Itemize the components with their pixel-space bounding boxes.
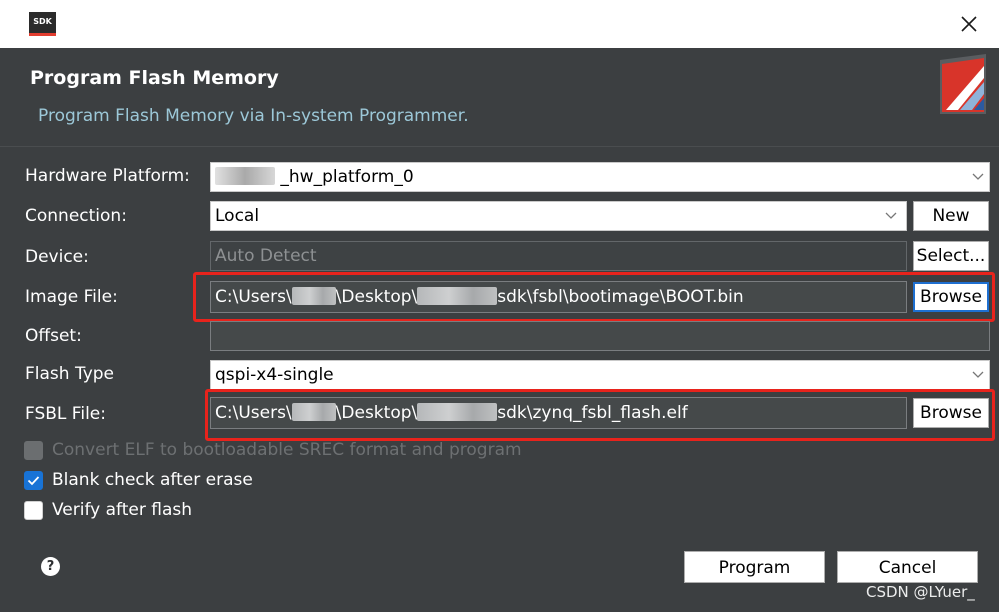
watermark: CSDN @LYuer_: [866, 583, 975, 601]
close-icon: [961, 16, 977, 32]
help-icon[interactable]: ?: [41, 557, 60, 576]
connection-label: Connection:: [25, 206, 127, 226]
hardware-platform-label: Hardware Platform:: [25, 166, 190, 186]
chevron-down-icon: [971, 361, 985, 389]
select-device-button[interactable]: Select...: [913, 241, 989, 271]
dialog-header: [0, 48, 999, 146]
image-file-input[interactable]: C:\Users\ \Desktop\ sdk\fsbl\bootimage\BOO…: [210, 281, 907, 313]
device-field: Auto Detect: [210, 241, 907, 271]
program-button[interactable]: Program: [684, 551, 825, 583]
fsbl-file-path-part: C:\Users\: [215, 403, 292, 423]
redacted-text: [417, 287, 498, 305]
fsbl-file-path-part: sdk\zynq_fsbl_flash.elf: [497, 403, 688, 423]
convert-elf-option: Convert ELF to bootloadable SREC format …: [24, 439, 522, 461]
blank-check-checkbox[interactable]: [24, 470, 43, 490]
fsbl-file-input[interactable]: C:\Users\ \Desktop\ sdk\zynq_fsbl_flash.el…: [210, 397, 907, 429]
image-file-path-part: C:\Users\: [215, 287, 292, 307]
redacted-text: [291, 403, 336, 421]
image-file-path-part: sdk\fsbl\bootimage\BOOT.bin: [497, 287, 744, 307]
convert-elf-checkbox: [24, 440, 43, 460]
connection-value: Local: [215, 206, 260, 226]
blank-check-option[interactable]: Blank check after erase: [24, 469, 253, 491]
flash-type-value: qspi-x4-single: [215, 365, 334, 385]
close-button[interactable]: [948, 6, 990, 42]
hardware-platform-value: _hw_platform_0: [280, 167, 414, 187]
redacted-text: [417, 403, 498, 421]
flash-type-select[interactable]: qspi-x4-single: [210, 360, 990, 390]
offset-input[interactable]: [210, 321, 990, 351]
dialog-title: Program Flash Memory: [30, 67, 279, 89]
sdk-logo-icon: SDK: [29, 12, 56, 36]
device-value: Auto Detect: [215, 246, 317, 266]
verify-option[interactable]: Verify after flash: [24, 499, 192, 521]
title-bar: SDK: [0, 0, 999, 48]
redacted-text: [215, 167, 275, 185]
chevron-down-icon: [884, 202, 898, 230]
browse-image-button[interactable]: Browse: [913, 282, 989, 312]
image-file-label: Image File:: [25, 287, 118, 307]
cancel-button[interactable]: Cancel: [837, 551, 978, 583]
new-connection-button[interactable]: New: [913, 201, 989, 231]
browse-fsbl-button[interactable]: Browse: [913, 398, 989, 428]
chevron-down-icon: [971, 163, 985, 191]
blank-check-label: Blank check after erase: [52, 470, 253, 490]
convert-elf-label: Convert ELF to bootloadable SREC format …: [52, 440, 522, 460]
fsbl-file-label: FSBL File:: [25, 404, 106, 424]
dialog-subtitle: Program Flash Memory via In-system Progr…: [38, 106, 469, 126]
header-separator: [0, 146, 999, 147]
verify-label: Verify after flash: [52, 500, 193, 520]
image-file-path-part: \Desktop\: [335, 287, 418, 307]
connection-select[interactable]: Local: [210, 201, 907, 231]
device-label: Device:: [25, 247, 89, 267]
hardware-platform-select[interactable]: _hw_platform_0: [210, 162, 990, 192]
fsbl-file-path-part: \Desktop\: [335, 403, 418, 423]
verify-checkbox[interactable]: [24, 500, 43, 520]
offset-label: Offset:: [25, 326, 82, 346]
flash-type-label: Flash Type: [25, 364, 115, 384]
header-logo-icon: [940, 54, 986, 114]
redacted-text: [291, 287, 336, 305]
checkmark-icon: [27, 475, 40, 485]
